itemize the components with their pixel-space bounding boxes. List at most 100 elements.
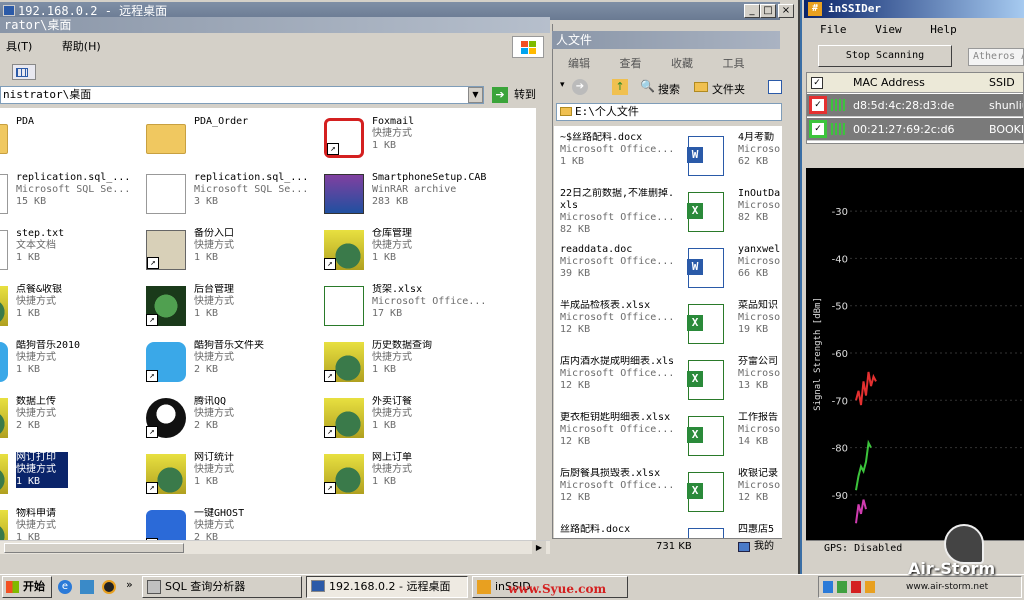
forward-icon[interactable]: ➔	[572, 79, 588, 95]
stop-scanning-button[interactable]: Stop Scanning	[818, 45, 952, 67]
network-row[interactable]: ✓ d8:5d:4c:28:d3:de shunliu	[807, 94, 1023, 117]
folders-button[interactable]: 文件夹	[712, 81, 745, 97]
menu-item-help[interactable]: 帮助(H)	[56, 38, 107, 56]
file-item[interactable]: 店内酒水提成明细表.xls Microsoft Office... 12 KB X	[560, 356, 752, 412]
desktop-item[interactable]: PDA_Order	[142, 116, 320, 172]
menu-tools[interactable]: 工具	[717, 55, 751, 71]
quick-launch-ie-icon[interactable]: e	[58, 580, 72, 594]
header-ssid[interactable]: SSID	[989, 73, 1015, 93]
header-checkbox[interactable]: ✓	[811, 77, 823, 89]
menu-fav[interactable]: 收藏	[665, 55, 699, 71]
minimize-button[interactable]: _	[744, 4, 760, 18]
file-item-partial[interactable]: yanxwel Microso 66 KB	[738, 244, 780, 300]
file-item-partial[interactable]: 4月考勤 Microso 62 KB	[738, 132, 780, 188]
desktop-menu-bar: 具(T) 帮助(H)	[0, 38, 510, 56]
maximize-button[interactable]: □	[760, 4, 776, 18]
taskbar-item-remote[interactable]: 192.168.0.2 - 远程桌面	[306, 576, 468, 598]
file-item-partial[interactable]: 收银记录 Microso 12 KB	[738, 468, 780, 524]
desktop-item[interactable]: ↗ Foxmail 快捷方式 1 KB	[320, 116, 498, 172]
file-item-partial[interactable]: 工作报告 Microso 14 KB	[738, 412, 780, 468]
address-input[interactable]: nistrator\桌面	[0, 86, 484, 104]
desktop-item[interactable]: ↗ 网订统计 快捷方式 1 KB	[142, 452, 320, 508]
desktop-item[interactable]: PDA	[0, 116, 142, 172]
desktop-item[interactable]: SmartphoneSetup.CAB WinRAR archive 283 KB	[320, 172, 498, 228]
adapter-select[interactable]: Atheros A	[968, 48, 1024, 66]
item-type: 快捷方式	[194, 240, 234, 251]
go-button[interactable]: ➔ 转到	[490, 85, 542, 105]
file-item[interactable]: readdata.doc Microsoft Office... 39 KB W	[560, 244, 752, 300]
up-folder-icon[interactable]: ↑	[612, 79, 628, 95]
file-item[interactable]: 丝路配料.docx W	[560, 524, 752, 538]
back-button[interactable]: ▾	[560, 80, 565, 90]
file-item-partial[interactable]: InOutDa Microso 82 KB	[738, 188, 780, 244]
desktop-item[interactable]: ↗ 外卖订餐 快捷方式 1 KB	[320, 396, 498, 452]
item-name: 外卖订餐	[372, 396, 412, 407]
file-item[interactable]: 22日之前数据,不准删掉.xls Microsoft Office... 82 KB…	[560, 188, 752, 244]
file-size: 62 KB	[738, 156, 769, 167]
inssider-title: inSSIDer	[828, 2, 881, 15]
inssider-menu-file[interactable]: File	[814, 22, 853, 38]
desktop-item[interactable]: ↗ 腾讯QQ 快捷方式 2 KB	[142, 396, 320, 452]
item-size: 1 KB	[194, 252, 219, 263]
item-size: 1 KB	[372, 140, 397, 151]
start-label: 开始	[23, 580, 45, 593]
start-button[interactable]: 开始	[2, 576, 52, 598]
desktop-item[interactable]: ↗酷狗音乐2010快捷方式1 KB	[0, 340, 142, 396]
desktop-item[interactable]: ↗网订打印快捷方式1 KB	[0, 451, 142, 508]
item-size: 1 KB	[16, 308, 41, 319]
item-name: SmartphoneSetup.CAB	[372, 172, 487, 183]
foxmail-icon: ↗	[324, 118, 364, 158]
views-button[interactable]	[12, 64, 36, 80]
quick-launch-more-icon[interactable]: »	[126, 578, 133, 591]
item-type: 快捷方式	[194, 464, 234, 475]
close-button[interactable]: ×	[778, 4, 794, 18]
file-item-partial[interactable]: 菜品知识 Microso 19 KB	[738, 300, 780, 356]
desktop-item[interactable]: ↗ 历史数据查询 快捷方式 1 KB	[320, 340, 498, 396]
file-item[interactable]: ~$丝路配料.docx Microsoft Office... 1 KB W	[560, 132, 752, 188]
file-item[interactable]: 后厨餐具损毁表.xlsx Microsoft Office... 12 KB X	[560, 468, 752, 524]
sql-file-icon	[146, 174, 186, 214]
personal-address-input[interactable]: E:\个人文件	[556, 103, 782, 121]
file-item[interactable]: 更衣柜钥匙明细表.xlsx Microsoft Office... 12 KB X	[560, 412, 752, 468]
desktop-horizontal-scrollbar[interactable]: ▶	[0, 540, 550, 555]
file-item[interactable]: 半成品检核表.xlsx Microsoft Office... 12 KB X	[560, 300, 752, 356]
file-type: Microso	[738, 368, 780, 379]
desktop-item[interactable]: ↗ 后台管理 快捷方式 1 KB	[142, 284, 320, 340]
item-name: replication.sql_...	[16, 172, 131, 183]
file-item-partial[interactable]: 芬雷公司 Microso 13 KB	[738, 356, 780, 412]
search-button[interactable]: 搜索	[658, 81, 680, 97]
desktop-item[interactable]: replication.sql_... Microsoft SQL Se... 3 …	[142, 172, 320, 228]
row-checkbox[interactable]: ✓	[809, 96, 827, 114]
desktop-item[interactable]: replication.sql_... Microsoft SQL Se... 15…	[0, 172, 142, 228]
inssider-title-bar[interactable]: # inSSIDer	[804, 0, 1024, 18]
desktop-item[interactable]: step.txt 文本文档 1 KB	[0, 228, 142, 284]
taskbar-item-sql-label: SQL 查询分析器	[165, 580, 246, 593]
network-row[interactable]: ✓ 00:21:27:69:2c:d6 BOOKF	[807, 118, 1023, 141]
address-dropdown-button[interactable]: ▼	[468, 87, 483, 103]
header-mac[interactable]: MAC Address	[853, 73, 925, 93]
inssider-menu-view[interactable]: View	[869, 22, 908, 38]
file-item-partial[interactable]: 四惠店5	[738, 524, 780, 538]
taskbar-item-sql[interactable]: SQL 查询分析器	[142, 576, 302, 598]
quick-launch-outlook-icon[interactable]	[80, 580, 94, 594]
row-mac: 00:21:27:69:2c:d6	[853, 123, 955, 136]
menu-item-tools[interactable]: 具(T)	[0, 38, 38, 56]
desktop-item[interactable]: ↗ 备份入口 快捷方式 1 KB	[142, 228, 320, 284]
desktop-item[interactable]: ↗ 仓库管理 快捷方式 1 KB	[320, 228, 498, 284]
desktop-item-text: 酷狗音乐2010 快捷方式 1 KB	[16, 340, 141, 376]
view-icon[interactable]	[768, 80, 782, 94]
desktop-item[interactable]: ↗ 网上订单 快捷方式 1 KB	[320, 452, 498, 508]
admin-icon: ↗	[146, 286, 186, 326]
row-checkbox[interactable]: ✓	[809, 120, 827, 138]
desktop-item[interactable]: ↗ 酷狗音乐文件夹 快捷方式 2 KB	[142, 340, 320, 396]
desktop-item[interactable]: 货架.xlsx Microsoft Office... 17 KB	[320, 284, 498, 340]
desktop-item[interactable]: ↗数据上传快捷方式2 KB	[0, 396, 142, 452]
menu-view[interactable]: 查看	[614, 55, 648, 71]
inssider-menu-help[interactable]: Help	[924, 22, 963, 38]
desktop-item[interactable]: ↗点餐&收银快捷方式1 KB	[0, 284, 142, 340]
personal-toolbar: ▾ ➔ ↑ 🔍 搜索 文件夹	[556, 78, 782, 98]
menu-edit[interactable]: 编辑	[562, 55, 596, 71]
quick-launch-qq-icon[interactable]	[102, 580, 116, 594]
desktop-explorer-title-bar: rator\桌面	[0, 17, 550, 33]
personal-files-title-bar[interactable]: 人文件	[552, 31, 780, 49]
